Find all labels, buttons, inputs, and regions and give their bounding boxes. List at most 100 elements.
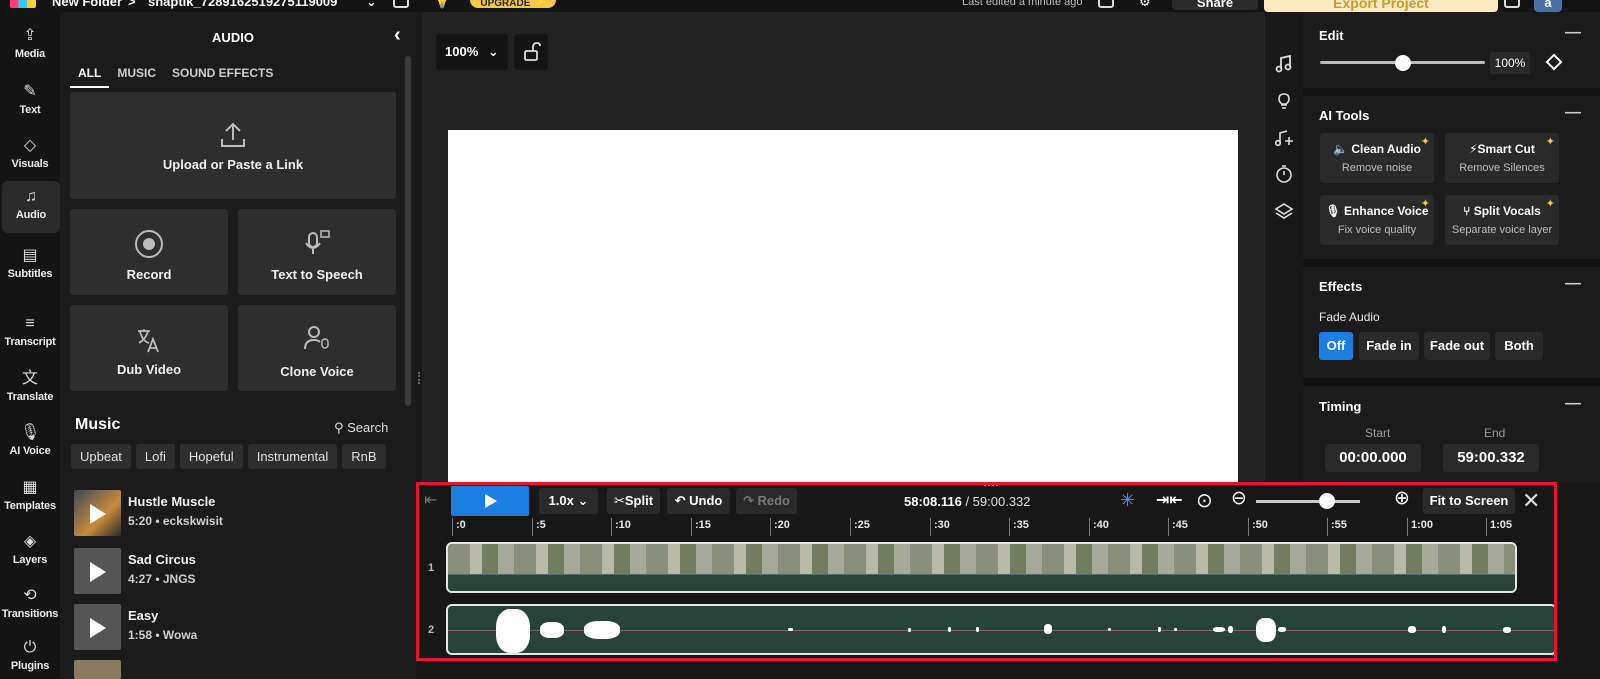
text-to-speech-tile[interactable]: Text to Speech xyxy=(238,209,396,295)
playback-loop-icon[interactable]: ⊙ xyxy=(1196,488,1213,513)
download-icon[interactable] xyxy=(1504,0,1520,8)
fade-off-button[interactable]: Off xyxy=(1319,332,1353,360)
music-search-button[interactable]: ⚲ Search xyxy=(334,420,388,436)
chevron-down-icon[interactable]: ⌄ xyxy=(366,0,377,10)
smart-cut-button[interactable]: ✦ ⚡Smart Cut Remove Silences xyxy=(1445,133,1559,183)
fit-to-screen-button[interactable]: Fit to Screen xyxy=(1423,488,1515,514)
nav-transcript[interactable]: ≡ Transcript xyxy=(0,308,60,360)
share-button[interactable]: Share xyxy=(1172,0,1258,10)
clone-voice-tile[interactable]: Clone Voice xyxy=(238,305,396,391)
timeline-ruler[interactable]: :0 :5 :10 :15 :20 :25 :30 :35 :40 :45 :5… xyxy=(446,518,1536,536)
split-vocals-button[interactable]: ✦ ⑂ Split Vocals Separate voice layer xyxy=(1445,195,1559,245)
timer-icon[interactable] xyxy=(1274,164,1294,184)
lightbulb-icon[interactable] xyxy=(1274,91,1294,111)
keyframe-diamond-icon[interactable] xyxy=(1545,53,1563,71)
export-project-button[interactable]: Export Project xyxy=(1264,0,1498,12)
timeline-zoom-knob[interactable] xyxy=(1319,493,1335,509)
play-icon[interactable] xyxy=(90,562,106,582)
nav-transitions[interactable]: ⟲ Transitions xyxy=(0,580,60,632)
list-item[interactable]: Hustle Muscle 5:20 • eckskwisit xyxy=(74,490,394,536)
nav-text[interactable]: ✎ Text xyxy=(0,76,60,128)
list-item[interactable]: Easy 1:58 • Wowa xyxy=(74,604,394,650)
upload-tile[interactable]: Upload or Paste a Link xyxy=(70,92,396,199)
zoom-dropdown[interactable]: 100% ⌄ xyxy=(436,34,508,70)
chevron-left-icon[interactable]: ‹ xyxy=(394,24,401,47)
chip-upbeat[interactable]: Upbeat xyxy=(71,444,131,469)
collapse-effects-icon[interactable]: — xyxy=(1565,275,1581,293)
track-thumbnail[interactable] xyxy=(74,490,121,536)
gear-icon[interactable]: ⚙ xyxy=(1139,0,1151,10)
chip-instrumental[interactable]: Instrumental xyxy=(247,444,338,469)
start-time-input[interactable]: 00:00.000 xyxy=(1325,444,1421,472)
nav-translate[interactable]: 文 Translate xyxy=(0,363,60,415)
nav-ai-voice[interactable]: 🎙 AI Voice xyxy=(0,417,60,469)
play-button[interactable] xyxy=(451,486,529,516)
lock-button[interactable] xyxy=(514,34,548,70)
collapse-left-icon[interactable]: ⇤ xyxy=(424,490,437,510)
redo-button[interactable]: ↷ Redo xyxy=(736,488,797,514)
tab-sound-effects[interactable]: SOUND EFFECTS xyxy=(164,66,281,88)
nav-layers[interactable]: ◈ Layers xyxy=(0,526,60,578)
ai-tool-desc: Separate voice layer xyxy=(1451,224,1553,236)
fit-gap-icon[interactable]: ⇥⇤ xyxy=(1156,490,1183,510)
video-preview[interactable] xyxy=(448,130,1238,482)
translate-icon xyxy=(138,329,159,353)
play-icon[interactable] xyxy=(90,504,106,524)
close-icon[interactable]: ✕ xyxy=(1522,488,1540,514)
audio-clip[interactable] xyxy=(446,604,1557,655)
ai-tool-desc: Remove Silences xyxy=(1459,162,1545,174)
tab-all[interactable]: ALL xyxy=(70,66,110,88)
collapse-timing-icon[interactable]: — xyxy=(1565,395,1581,413)
collapse-ai-icon[interactable]: — xyxy=(1565,104,1581,122)
fade-in-button[interactable]: Fade in xyxy=(1359,332,1419,360)
folder-breadcrumb[interactable]: New Folder xyxy=(52,0,122,9)
duplicate-icon[interactable] xyxy=(393,0,409,8)
project-name[interactable]: snaptik_7289162519275119009 xyxy=(148,0,337,9)
music-add-icon[interactable] xyxy=(1274,128,1294,148)
avatar[interactable]: a xyxy=(1534,0,1562,12)
fade-both-button[interactable]: Both xyxy=(1495,332,1543,360)
panel-scrollbar[interactable] xyxy=(405,56,411,406)
timeline-zoom-slider[interactable] xyxy=(1256,500,1360,503)
tab-music[interactable]: MUSIC xyxy=(109,66,164,88)
video-clip[interactable] xyxy=(446,542,1517,593)
snap-icon[interactable]: ✳ xyxy=(1120,490,1135,511)
chip-hopeful[interactable]: Hopeful xyxy=(179,444,243,469)
layers-icon[interactable] xyxy=(1274,201,1294,221)
chip-lofi[interactable]: Lofi xyxy=(135,444,175,469)
zoom-out-icon[interactable]: ⊖ xyxy=(1231,487,1247,510)
split-button[interactable]: ✂Split xyxy=(607,488,660,514)
section-divider xyxy=(1303,378,1600,386)
nav-subtitles[interactable]: ▤ Subtitles xyxy=(0,240,60,292)
track-thumbnail[interactable] xyxy=(74,660,121,679)
nav-plugins[interactable]: ⏻ Plugins xyxy=(0,632,60,679)
lightbulb-icon[interactable]: 💡 xyxy=(434,0,450,10)
undo-button[interactable]: ↶ Undo xyxy=(667,488,730,514)
zoom-in-icon[interactable]: ⊕ xyxy=(1394,487,1410,510)
track-thumbnail[interactable] xyxy=(74,548,121,594)
nav-visuals[interactable]: ◇ Visuals xyxy=(0,130,60,182)
chip-rnb[interactable]: RnB xyxy=(342,444,386,469)
list-item[interactable] xyxy=(74,660,394,679)
track-thumbnail[interactable] xyxy=(74,604,121,650)
comment-icon[interactable] xyxy=(1098,0,1114,8)
record-tile[interactable]: Record xyxy=(70,209,228,295)
fade-out-button[interactable]: Fade out xyxy=(1424,332,1490,360)
list-item[interactable]: Sad Circus 4:27 • JNGS xyxy=(74,548,394,594)
speed-dropdown[interactable]: 1.0x ⌄ xyxy=(539,488,598,514)
music-note-icon[interactable] xyxy=(1274,54,1294,74)
app-logo[interactable] xyxy=(10,0,36,8)
nav-audio[interactable]: ♫ Audio xyxy=(2,181,60,233)
nav-templates[interactable]: ▦ Templates xyxy=(0,472,60,524)
dub-video-tile[interactable]: Dub Video xyxy=(70,305,228,391)
volume-percent-input[interactable]: 100% xyxy=(1490,52,1530,74)
enhance-voice-button[interactable]: ✦ 🎙 Enhance Voice Fix voice quality xyxy=(1320,195,1434,245)
collapse-edit-icon[interactable]: — xyxy=(1565,24,1581,42)
play-icon[interactable] xyxy=(90,618,106,638)
clean-audio-button[interactable]: ✦ 🔈 Clean Audio Remove noise xyxy=(1320,133,1434,183)
ai-tool-name: 🎙 Enhance Voice xyxy=(1320,204,1434,218)
volume-slider-knob[interactable] xyxy=(1395,55,1411,71)
nav-media[interactable]: ⇪ Media xyxy=(0,20,60,72)
upgrade-button[interactable]: UPGRADE ✨ xyxy=(470,0,556,9)
end-time-input[interactable]: 59:00.332 xyxy=(1443,444,1539,472)
